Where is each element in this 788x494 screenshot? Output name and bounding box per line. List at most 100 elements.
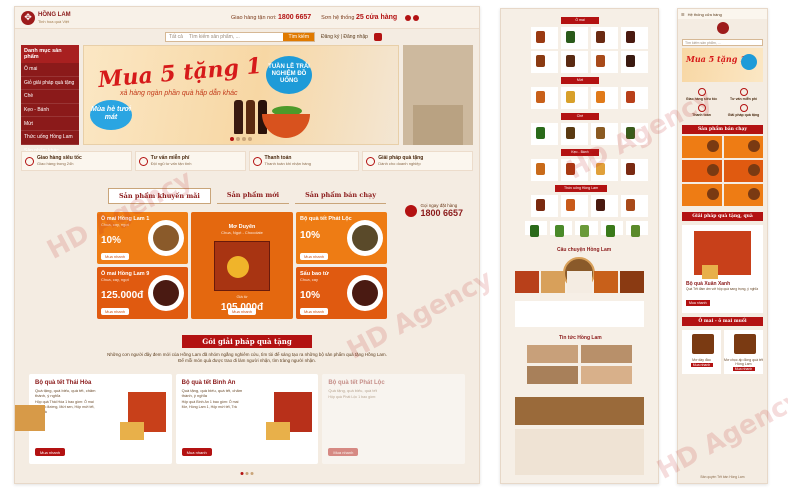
- product-card[interactable]: [682, 160, 722, 182]
- buy-now-button[interactable]: Mua nhanh: [35, 448, 66, 456]
- store-link[interactable]: Hệ thống cửa hàng: [688, 12, 722, 17]
- product-thumb[interactable]: [621, 87, 648, 109]
- product-card[interactable]: [723, 184, 763, 206]
- buy-now-button[interactable]: Mua nhanh: [300, 308, 329, 315]
- brand-logo[interactable]: ✥ HỒNG LAM Tinh hoa quà Việt: [21, 10, 91, 25]
- product-thumb[interactable]: [561, 51, 588, 73]
- featured-product-card[interactable]: Mơ Duyên Chua, Ngọt - Chocolate Giá từ 1…: [191, 212, 293, 319]
- buy-now-button[interactable]: Mua nhanh: [732, 367, 755, 371]
- pagination-dot[interactable]: [240, 472, 244, 475]
- gift-card[interactable]: Bộ quà tết Thái Hòa Quà tặng, quà biếu, …: [29, 374, 172, 464]
- product-thumb[interactable]: [621, 123, 648, 145]
- product-thumb[interactable]: [591, 195, 618, 217]
- product-thumb[interactable]: [621, 51, 648, 73]
- pagination-dot[interactable]: [236, 137, 240, 141]
- product-card[interactable]: Sấu bao tử Chua, cay 10% Mua nhanh: [296, 267, 387, 319]
- product-thumb[interactable]: [561, 87, 588, 109]
- gallery-image[interactable]: [593, 271, 618, 293]
- gallery-image[interactable]: [619, 271, 645, 293]
- product-card[interactable]: Ô mai Hồng Lam 1 Chua, cay, ngọt 10% Mua…: [97, 212, 188, 264]
- product-card[interactable]: Ô mai Hồng Lam 9 Chua, cay, ngọt 125.000…: [97, 267, 188, 319]
- pagination-dot[interactable]: [230, 137, 234, 141]
- product-thumb[interactable]: [591, 27, 618, 49]
- search-button[interactable]: Tìm kiếm: [283, 33, 314, 41]
- pagination-dot[interactable]: [242, 137, 246, 141]
- product-thumb[interactable]: [531, 27, 558, 49]
- tab-new[interactable]: Sản phẩm mới: [216, 188, 290, 204]
- promo-block[interactable]: [515, 301, 644, 327]
- category-item[interactable]: Giỏ giải pháp quà tặng: [21, 77, 79, 91]
- product-thumb[interactable]: [561, 195, 588, 217]
- category-item[interactable]: Kẹo - Bánh: [21, 104, 79, 118]
- buy-now-button[interactable]: Mua nhanh: [181, 448, 212, 456]
- gallery-image[interactable]: [515, 271, 540, 293]
- news-item[interactable]: [527, 345, 578, 363]
- pagination-dot[interactable]: [250, 472, 254, 475]
- facebook-icon[interactable]: [405, 14, 412, 21]
- store-count[interactable]: Sơn hệ thống 25 cửa hàng: [321, 14, 397, 21]
- menu-icon[interactable]: ☰: [681, 12, 685, 17]
- product-thumb[interactable]: [621, 27, 648, 49]
- product-card[interactable]: [723, 160, 763, 182]
- pagination-dot[interactable]: [245, 472, 249, 475]
- mobile-logo[interactable]: [678, 19, 767, 37]
- category-item[interactable]: Thức uống Hồng Lam: [21, 131, 79, 145]
- product-thumb[interactable]: [561, 27, 588, 49]
- product-thumb[interactable]: [531, 87, 558, 109]
- product-thumb[interactable]: [625, 221, 649, 237]
- account-link[interactable]: Đăng ký | Đăng nhập: [321, 34, 368, 40]
- product-thumb[interactable]: [591, 159, 618, 181]
- youtube-icon[interactable]: [413, 14, 420, 21]
- category-item[interactable]: Mứt: [21, 117, 79, 131]
- category-item[interactable]: Ô mai: [21, 63, 79, 77]
- product-card[interactable]: [723, 136, 763, 158]
- product-thumb[interactable]: [561, 159, 588, 181]
- product-thumb[interactable]: [591, 51, 618, 73]
- buy-now-button[interactable]: Mua nhanh: [328, 448, 359, 456]
- gallery-image[interactable]: [541, 271, 566, 293]
- cart-icon[interactable]: [373, 33, 382, 41]
- promo-banner[interactable]: Mua 5 tặng 1 xả hàng ngàn phần quà hấp d…: [83, 45, 399, 145]
- gift-card[interactable]: Bộ quà tết Bình An Quà tặng, quà biếu, q…: [175, 374, 319, 464]
- buy-now-button[interactable]: Mua nhanh: [101, 308, 130, 315]
- mobile-gift-card[interactable]: Bộ quà Xuân Xanh Quà Tết đầm ấm với hộp …: [682, 225, 763, 313]
- search-input[interactable]: Tìm kiếm sản phẩm, ...: [189, 34, 240, 40]
- search-bar[interactable]: Tất cả Tìm kiếm sản phẩm, ... Tìm kiếm: [165, 32, 315, 42]
- product-thumb[interactable]: [531, 123, 558, 145]
- tab-bestseller[interactable]: Sản phẩm bán chạy: [295, 188, 387, 204]
- category-item[interactable]: Chè: [21, 90, 79, 104]
- product-card[interactable]: Mơ chọc ấp đồng quà tết Hồng Lam Mua nha…: [724, 330, 763, 374]
- buy-now-button[interactable]: Mua nhanh: [300, 253, 329, 260]
- product-thumb[interactable]: [531, 51, 558, 73]
- tab-promotion[interactable]: Sản phẩm khuyến mãi: [107, 188, 211, 204]
- mobile-banner[interactable]: Mua 5 tặng 1: [682, 48, 763, 82]
- product-thumb[interactable]: [621, 195, 648, 217]
- product-thumb[interactable]: [525, 221, 548, 237]
- product-card[interactable]: Bộ quà tết Phát Lộc 10% Mua nhanh: [296, 212, 387, 264]
- buy-now-button[interactable]: Mua nhanh: [686, 300, 710, 306]
- product-thumb[interactable]: [591, 123, 618, 145]
- gift-card[interactable]: Bộ quà tết Phát Lộc Quà tặng, quà biếu, …: [322, 374, 466, 464]
- buy-now-button[interactable]: Mua nhanh: [690, 363, 713, 367]
- buy-now-button[interactable]: Mua nhanh: [101, 253, 130, 260]
- product-card[interactable]: [682, 136, 722, 158]
- hotline[interactable]: Giao hàng tận nơi: 1800 6657: [231, 14, 311, 21]
- product-thumb[interactable]: [531, 195, 558, 217]
- news-item[interactable]: [581, 345, 632, 363]
- hotline-number[interactable]: 1800 6657: [278, 14, 311, 21]
- news-item[interactable]: [581, 366, 632, 384]
- buy-now-button[interactable]: Mua nhanh: [227, 308, 257, 315]
- product-card[interactable]: Mơ dầy đào Mua nhanh: [682, 330, 721, 374]
- product-thumb[interactable]: [531, 159, 558, 181]
- product-thumb[interactable]: [600, 221, 623, 237]
- mobile-search-input[interactable]: Tìm kiếm sản phẩm, ...: [682, 39, 763, 46]
- category-select[interactable]: Tất cả: [169, 34, 183, 40]
- product-thumb[interactable]: [591, 87, 618, 109]
- news-item[interactable]: [527, 366, 578, 384]
- product-thumb[interactable]: [575, 221, 598, 237]
- product-thumb[interactable]: [621, 159, 648, 181]
- product-card[interactable]: [682, 184, 722, 206]
- side-hotline[interactable]: Gọi ngay đặt hàng 1800 6657: [405, 203, 463, 218]
- product-thumb[interactable]: [561, 123, 588, 145]
- product-thumb[interactable]: [550, 221, 573, 237]
